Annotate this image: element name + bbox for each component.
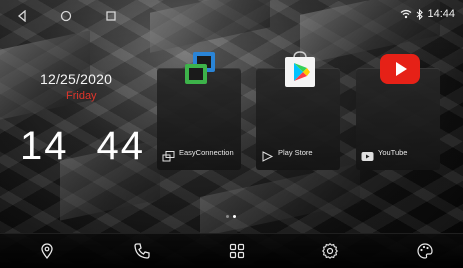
play-store-mini-icon — [261, 149, 274, 162]
status-indicators: 14:44 — [400, 8, 455, 20]
app-label: Play Store — [278, 148, 313, 157]
home-icon[interactable] — [60, 9, 72, 22]
wifi-icon — [400, 9, 412, 19]
date-label: 12/25/2020 — [40, 71, 113, 87]
easyconnection-mini-icon — [162, 149, 175, 162]
app-card-easyconnection[interactable]: EasyConnection — [157, 52, 241, 170]
recent-apps-icon[interactable] — [105, 9, 117, 21]
time-display: 14 44 — [20, 124, 145, 169]
bottom-dock — [0, 233, 463, 268]
phone-icon[interactable] — [133, 242, 151, 260]
time-minutes: 44 — [96, 124, 145, 168]
status-bar: 14:44 — [0, 0, 463, 30]
bluetooth-icon — [416, 8, 424, 20]
app-card-youtube[interactable]: YouTube — [356, 54, 440, 170]
app-card-play-store[interactable]: Play Store — [256, 51, 340, 170]
theme-icon[interactable] — [416, 242, 434, 260]
back-icon[interactable] — [16, 9, 28, 23]
settings-icon[interactable] — [321, 242, 339, 260]
day-label: Friday — [66, 90, 97, 102]
time-hours: 14 — [20, 124, 69, 168]
youtube-icon — [378, 50, 422, 90]
page-indicator — [226, 215, 236, 218]
page-dot-active[interactable] — [233, 215, 236, 218]
page-dot[interactable] — [226, 215, 229, 218]
status-time: 14:44 — [427, 8, 455, 20]
wallpaper-cube — [200, 162, 360, 238]
app-drawer-icon[interactable] — [228, 242, 246, 260]
youtube-mini-icon — [361, 149, 374, 161]
easyconnection-icon — [179, 50, 223, 90]
navigation-icon[interactable] — [38, 242, 56, 260]
play-store-icon — [278, 50, 322, 90]
app-label: EasyConnection — [179, 148, 234, 157]
app-label: YouTube — [378, 148, 408, 157]
